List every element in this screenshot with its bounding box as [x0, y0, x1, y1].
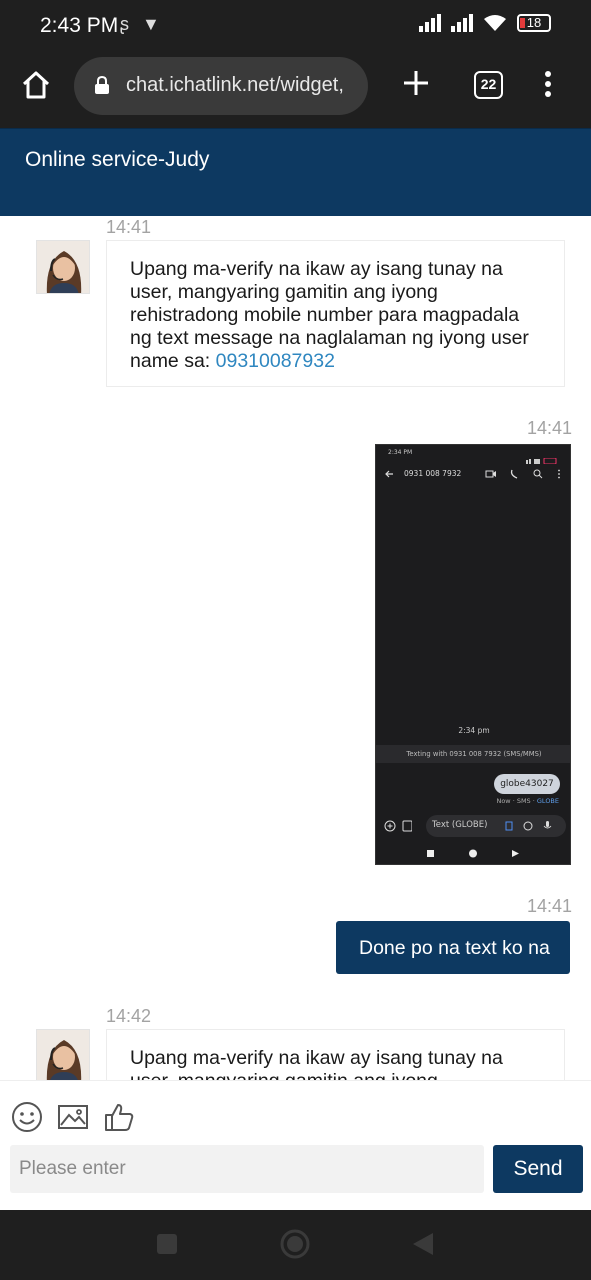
message-timestamp: 14:41: [106, 217, 152, 237]
phone-number-link[interactable]: 09310087932: [216, 350, 335, 372]
circle-icon[interactable]: [279, 1228, 311, 1260]
lock-icon: [95, 76, 109, 94]
screenshot-contact: 0931 008 7932: [404, 469, 462, 478]
chat-header: Online service-Judy: [0, 128, 591, 216]
message-text: Upang ma-verify na ikaw ay isang tunay n…: [130, 1047, 503, 1080]
status-time: 2:43 PM: [40, 14, 119, 37]
message-timestamp: 14:41: [527, 418, 573, 438]
square-icon[interactable]: [155, 1232, 179, 1256]
agent-avatar: [36, 1029, 90, 1080]
screenshot-nav-bar: [427, 849, 519, 858]
send-button[interactable]: Send: [493, 1145, 583, 1193]
tab-switcher-button[interactable]: 22: [474, 71, 503, 99]
agent-avatar: [36, 240, 90, 294]
battery-icon: 18: [517, 14, 551, 32]
battery-level: 18: [526, 15, 542, 30]
agent-message: Upang ma-verify na ikaw ay isang tunay n…: [106, 1029, 565, 1080]
thumbs-up-icon[interactable]: [103, 1101, 135, 1133]
new-tab-button[interactable]: [401, 68, 431, 98]
signal-icon: [451, 14, 473, 32]
message-input[interactable]: [10, 1145, 484, 1193]
screenshot-attach-icons: [384, 820, 412, 832]
browser-toolbar: chat.ichatlink.net/widget, 22: [0, 55, 591, 128]
message-text: Done po na text ko na: [359, 937, 550, 959]
message-timestamp: 14:41: [527, 896, 573, 916]
url-text: chat.ichatlink.net/widget,: [126, 74, 344, 96]
url-bar[interactable]: chat.ichatlink.net/widget,: [74, 57, 368, 115]
screenshot-input: Text (GLOBE): [426, 815, 566, 837]
triangle-back-icon[interactable]: [411, 1231, 435, 1257]
screenshot-meta: Now · SMS · GLOBE: [496, 797, 559, 805]
kebab-menu-icon[interactable]: [540, 69, 556, 99]
image-icon[interactable]: [57, 1101, 89, 1133]
screenshot-bubble: globe43027: [494, 774, 560, 794]
screenshot-msg-time: 2:34 pm: [458, 726, 490, 735]
status-right-icons: 18: [419, 14, 551, 32]
screenshot-status-icons: [526, 449, 558, 465]
back-arrow-icon: [385, 470, 393, 478]
screenshot-status-time: 2:34 PM: [388, 449, 413, 456]
status-bar: 2:43 PM ʂ ▼ 18: [0, 0, 591, 55]
notification-icons: ʂ ▼: [120, 14, 164, 34]
chat-title: Online service-Judy: [25, 148, 210, 171]
screenshot-texting-with: Texting with 0931 008 7932 (SMS/MMS): [376, 745, 570, 763]
agent-message: Upang ma-verify na ikaw ay isang tunay n…: [106, 240, 565, 387]
signal-icon: [419, 14, 441, 32]
android-nav-bar: [0, 1210, 591, 1280]
wifi-icon: [484, 15, 506, 31]
home-icon[interactable]: [20, 69, 52, 101]
call-actions-icons: [485, 469, 560, 479]
plus-icon: [404, 71, 428, 95]
sent-image-screenshot[interactable]: 2:34 PM 0931 008 7932 2:34 pm Texting wi…: [375, 444, 571, 865]
composer: Send: [0, 1080, 591, 1210]
message-timestamp: 14:42: [106, 1006, 152, 1026]
user-message: Done po na text ko na: [336, 921, 570, 974]
chat-messages[interactable]: 14:41 Upang ma-verify na ikaw ay isang t…: [0, 216, 591, 1080]
smiley-icon[interactable]: [11, 1101, 43, 1133]
